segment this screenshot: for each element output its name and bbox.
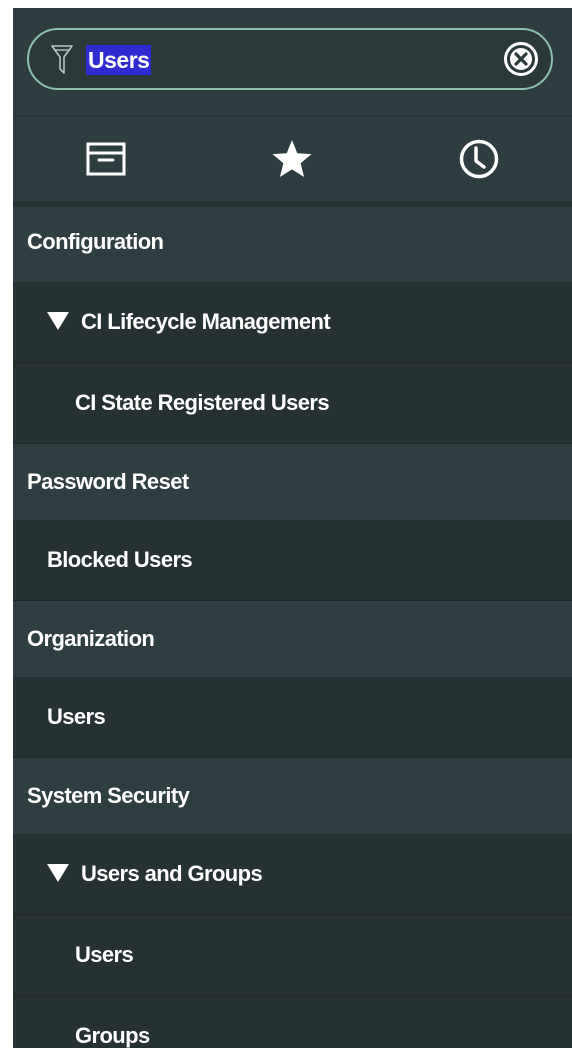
section-system-security: System Security bbox=[13, 758, 572, 834]
search-area: Users bbox=[13, 8, 572, 116]
module-security-users[interactable]: Users bbox=[13, 915, 572, 996]
expand-triangle-icon[interactable] bbox=[47, 312, 69, 330]
archive-icon bbox=[86, 142, 126, 176]
tab-favorites[interactable] bbox=[199, 117, 385, 201]
module-blocked-users[interactable]: Blocked Users bbox=[13, 520, 572, 601]
section-password-reset: Password Reset bbox=[13, 444, 572, 520]
filter-icon bbox=[51, 44, 73, 76]
module-security-groups[interactable]: Groups bbox=[13, 996, 572, 1048]
module-label: Users and Groups bbox=[81, 861, 263, 886]
tab-history[interactable] bbox=[386, 117, 572, 201]
module-label: CI Lifecycle Management bbox=[81, 309, 331, 334]
module-users-and-groups[interactable]: Users and Groups bbox=[13, 834, 572, 915]
section-organization: Organization bbox=[13, 601, 572, 677]
navigator-panel: Users Configuration CI Lifecycle Managem… bbox=[13, 8, 572, 1048]
filter-navigator-input[interactable]: Users bbox=[27, 28, 553, 90]
module-organization-users[interactable]: Users bbox=[13, 677, 572, 758]
clear-search-icon[interactable] bbox=[503, 41, 539, 77]
navigator-tabs bbox=[13, 116, 572, 201]
module-ci-state-registered-users[interactable]: CI State Registered Users bbox=[13, 363, 572, 444]
star-icon bbox=[271, 139, 313, 179]
expand-triangle-icon[interactable] bbox=[47, 864, 69, 882]
clock-icon bbox=[458, 138, 500, 180]
section-configuration: Configuration bbox=[13, 207, 572, 282]
tab-all-applications[interactable] bbox=[13, 117, 199, 201]
search-input-value[interactable]: Users bbox=[86, 45, 152, 75]
module-ci-lifecycle-management[interactable]: CI Lifecycle Management bbox=[13, 282, 572, 363]
navigator-results: Configuration CI Lifecycle Management CI… bbox=[13, 201, 572, 1048]
